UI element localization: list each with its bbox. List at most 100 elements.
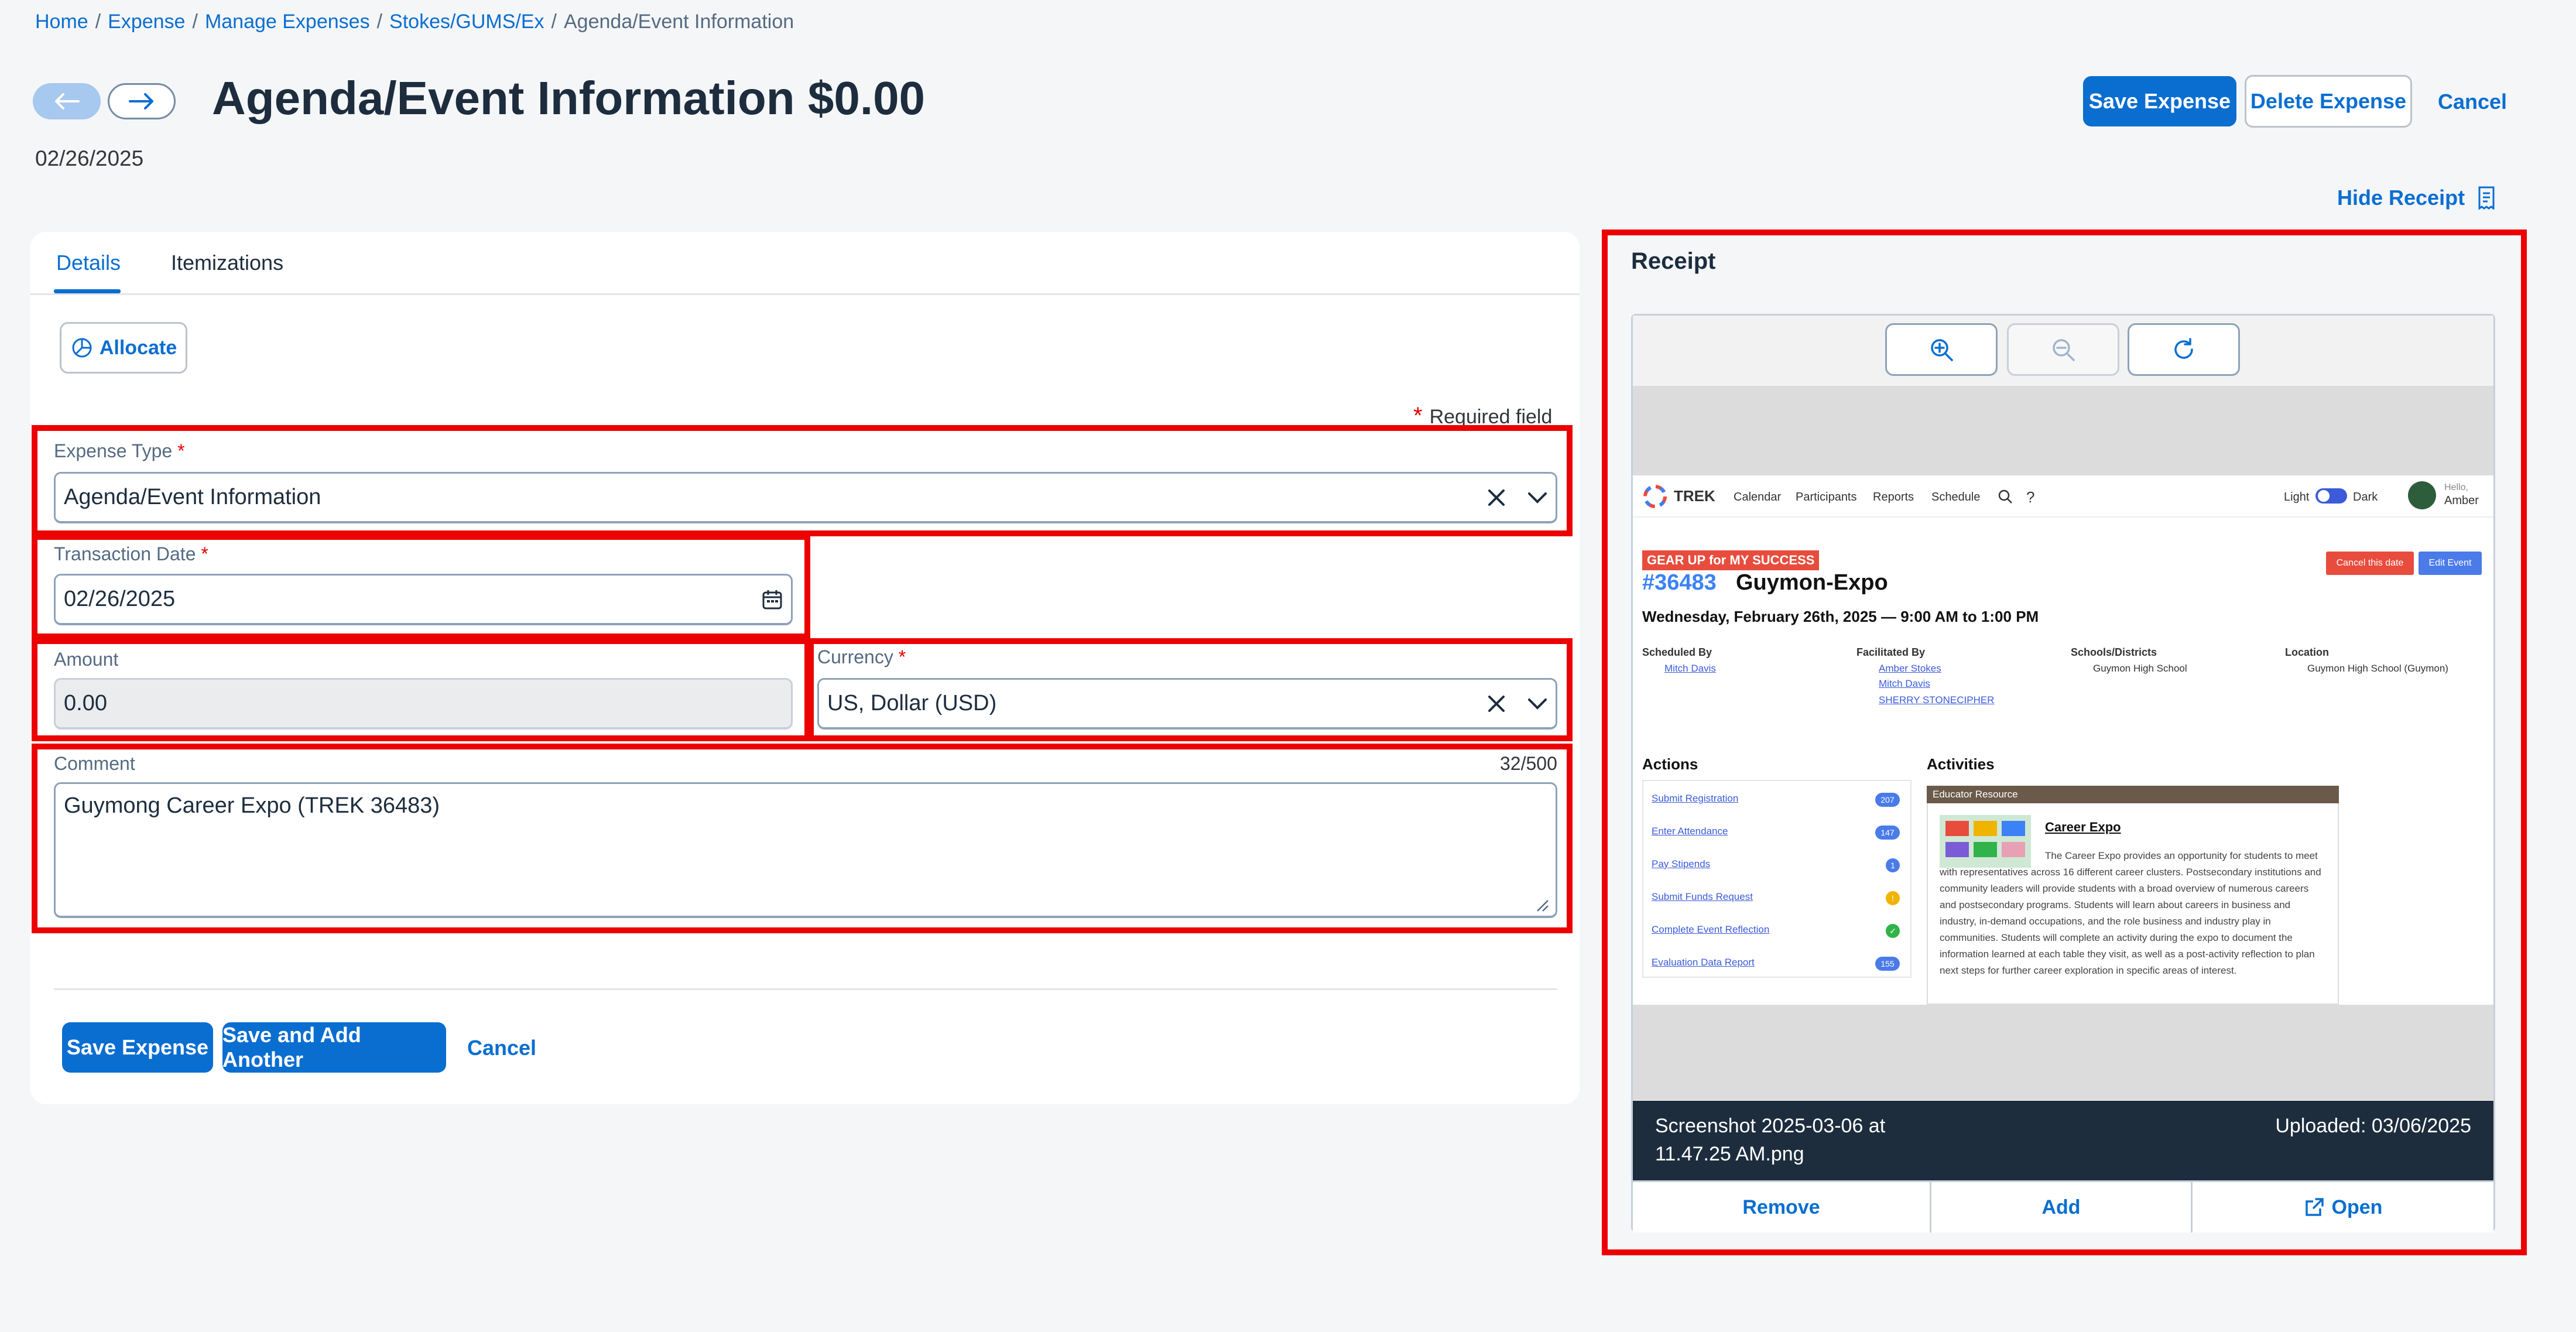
expense-type-label: Expense Type * — [54, 440, 185, 461]
preview-user-name: Amber — [2444, 494, 2479, 507]
form-divider — [54, 988, 1557, 990]
calendar-icon[interactable] — [762, 589, 783, 610]
comment-label: Comment — [54, 753, 135, 774]
preview-action-item: Complete Event Reflection — [1652, 924, 1770, 935]
remove-receipt-button[interactable]: Remove — [1633, 1182, 1931, 1232]
save-expense-footer-button[interactable]: Save Expense — [62, 1022, 213, 1073]
arrow-left-icon — [55, 93, 80, 109]
currency-value: US, Dollar (USD) — [827, 691, 997, 715]
save-expense-button[interactable]: Save Expense — [2083, 76, 2236, 126]
trek-logo-icon — [1643, 485, 1667, 508]
breadcrumb-separator: / — [551, 11, 557, 33]
breadcrumb-report[interactable]: Stokes/GUMS/Ex — [389, 11, 544, 33]
expense-type-select[interactable]: Agenda/Event Information — [54, 472, 1557, 523]
chevron-down-icon[interactable] — [1527, 491, 1547, 504]
preview-facilitated-by-item: Amber Stokes — [1879, 663, 1941, 674]
comment-textarea[interactable]: Guymong Career Expo (TREK 36483) — [54, 782, 1557, 918]
preview-event-name: Guymon-Expo — [1736, 570, 1888, 595]
clear-icon[interactable] — [1486, 694, 1506, 714]
preview-nav-participants: Participants — [1796, 491, 1857, 504]
preview-resource-header: Educator Resource — [1927, 786, 2339, 803]
preview-greeting: Hello, — [2444, 482, 2468, 492]
preview-help-icon: ? — [2026, 488, 2035, 506]
required-star: * — [201, 543, 208, 564]
receipt-info-bar: Screenshot 2025-03-06 at 11.47.25 AM.png… — [1633, 1101, 2493, 1180]
preview-facilitated-by-item: SHERRY STONECIPHER — [1879, 694, 1995, 706]
preview-action-badge: ✓ — [1886, 924, 1900, 938]
clear-icon[interactable] — [1486, 488, 1506, 508]
zoom-out-button[interactable] — [2007, 323, 2119, 376]
tab-details[interactable]: Details — [56, 251, 121, 275]
preview-search-icon — [1998, 489, 2012, 504]
preview-theme-light: Light — [2284, 491, 2310, 504]
resize-handle-icon[interactable] — [1534, 897, 1549, 912]
preview-action-item: Pay Stipends — [1652, 858, 1711, 869]
preview-action-item: Submit Registration — [1652, 793, 1739, 804]
rotate-icon — [2174, 338, 2193, 359]
required-star: * — [177, 440, 185, 461]
save-and-add-another-button[interactable]: Save and Add Another — [222, 1022, 446, 1073]
comment-counter: 32/500 — [1500, 753, 1557, 774]
add-receipt-button[interactable]: Add — [1931, 1182, 2193, 1232]
previous-expense-button[interactable] — [33, 83, 101, 119]
receipt-actions: Remove Add Open — [1633, 1180, 2493, 1232]
hide-receipt-label: Hide Receipt — [2337, 186, 2465, 210]
preview-actions-list — [1642, 780, 1912, 978]
preview-action-item: Evaluation Data Report — [1652, 957, 1755, 968]
open-receipt-button[interactable]: Open — [2193, 1182, 2493, 1232]
preview-resource-title: Career Expo — [2045, 820, 2121, 834]
zoom-in-button[interactable] — [1885, 323, 1998, 376]
preview-facilitated-by-item: Mitch Davis — [1879, 678, 1930, 689]
preview-resource-text: The Career Expo provides an opportunity … — [1940, 850, 2321, 976]
preview-action-badge: 155 — [1875, 957, 1900, 971]
preview-event-id: #36483 — [1642, 570, 1717, 595]
page-title: Agenda/Event Information $0.00 — [212, 72, 926, 124]
active-tab-indicator — [54, 289, 121, 293]
receipt-uploaded-date: Uploaded: 03/06/2025 — [2275, 1115, 2471, 1137]
preview-scheduled-by-item: Mitch Davis — [1664, 663, 1716, 674]
receipt-filename-line1: Screenshot 2025-03-06 at — [1655, 1115, 1886, 1137]
amount-input: 0.00 — [54, 678, 793, 730]
transaction-date-input[interactable]: 02/26/2025 — [54, 574, 793, 625]
breadcrumb-expense[interactable]: Expense — [108, 11, 185, 33]
delete-expense-button[interactable]: Delete Expense — [2245, 75, 2412, 128]
preview-nav-reports: Reports — [1873, 491, 1914, 504]
chevron-down-icon[interactable] — [1527, 697, 1547, 710]
preview-cancel-date-button: Cancel this date — [2326, 552, 2414, 575]
required-field-note: * Required field — [1413, 403, 1552, 429]
breadcrumb-separator: / — [192, 11, 198, 33]
preview-action-item: Submit Funds Request — [1652, 891, 1753, 902]
preview-location-label: Location — [2285, 646, 2329, 658]
tab-itemizations[interactable]: Itemizations — [171, 251, 283, 275]
cancel-button[interactable]: Cancel — [2438, 89, 2507, 115]
required-star: * — [898, 646, 906, 667]
cancel-footer-button[interactable]: Cancel — [467, 1035, 536, 1061]
allocate-button[interactable]: Allocate — [60, 322, 187, 374]
expense-type-value: Agenda/Event Information — [64, 485, 321, 509]
hide-receipt-button[interactable]: Hide Receipt — [2337, 185, 2495, 211]
rotate-button[interactable] — [2128, 323, 2240, 376]
preview-school-item: Guymon High School — [2093, 663, 2187, 674]
breadcrumb-current: Agenda/Event Information — [564, 11, 794, 33]
preview-theme-dark: Dark — [2353, 491, 2378, 504]
preview-avatar — [2408, 481, 2436, 509]
external-link-icon — [2305, 1198, 2324, 1216]
preview-location-item: Guymon High School (Guymon) — [2307, 663, 2448, 674]
next-expense-button[interactable] — [108, 83, 176, 119]
currency-select[interactable]: US, Dollar (USD) — [817, 678, 1557, 730]
preview-app-name: TREK — [1674, 487, 1715, 505]
preview-nav-schedule: Schedule — [1931, 491, 1981, 504]
preview-banner: GEAR UP for MY SUCCESS — [1642, 550, 1820, 570]
amount-label: Amount — [54, 649, 119, 670]
preview-event-time: Wednesday, February 26th, 2025 — 9:00 AM… — [1642, 608, 2039, 625]
breadcrumb: Home / Expense / Manage Expenses / Stokes/GUMS… — [35, 11, 794, 33]
preview-scheduled-by-label: Scheduled By — [1642, 646, 1712, 658]
currency-label: Currency * — [817, 646, 906, 667]
preview-theme-toggle — [2315, 488, 2347, 504]
breadcrumb-home[interactable]: Home — [35, 11, 88, 33]
preview-action-badge: ! — [1886, 891, 1900, 905]
breadcrumb-manage-expenses[interactable]: Manage Expenses — [205, 11, 370, 33]
zoom-in-icon — [1931, 339, 1953, 361]
preview-schools-label: Schools/Districts — [2071, 646, 2157, 658]
receipt-image: TREK Calendar Participants Reports Sched… — [1633, 475, 2493, 1005]
